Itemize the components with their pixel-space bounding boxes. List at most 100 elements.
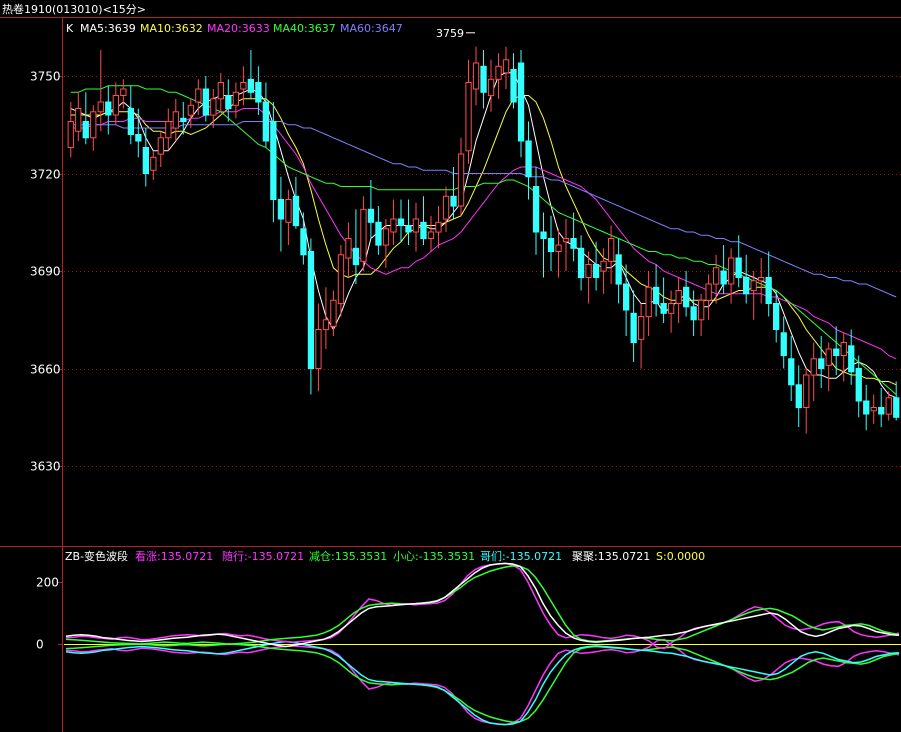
candle-up xyxy=(210,98,217,116)
candle-up xyxy=(487,78,495,97)
y-tick-label: 3660 xyxy=(30,363,61,377)
peak-marker: 3759 xyxy=(436,27,475,40)
candle-up xyxy=(337,254,345,305)
candle-up xyxy=(638,316,645,340)
ma40-legend: MA40:3637 xyxy=(273,22,336,35)
candle-down xyxy=(255,82,262,103)
candle-up xyxy=(150,156,157,171)
indicator-lines: 0 200 xyxy=(36,562,901,726)
candle-down xyxy=(540,231,547,239)
ind-y-tick-label: 0 xyxy=(36,638,44,652)
candle-up xyxy=(885,397,892,415)
candle-up xyxy=(285,199,292,223)
candle-down xyxy=(270,121,277,200)
y-tick-label: 3750 xyxy=(30,70,61,84)
candle-up xyxy=(810,358,817,376)
candle-down xyxy=(525,140,532,178)
candle-up xyxy=(758,277,765,282)
candle-up xyxy=(360,208,367,262)
candle-up xyxy=(600,260,607,272)
candle-down xyxy=(82,121,89,139)
suixing-line xyxy=(65,638,900,726)
candle-up xyxy=(750,280,757,292)
ma10-legend: MA10:3632 xyxy=(140,22,203,35)
legend-xiaoxin: 小心:-135.3531 xyxy=(393,550,475,563)
candle-up xyxy=(75,108,82,132)
candle-down xyxy=(180,117,187,123)
candle-down xyxy=(818,358,825,370)
moving-averages xyxy=(70,72,897,399)
candle-down xyxy=(623,283,630,311)
candle-down xyxy=(615,254,622,285)
y-tick-label: 3690 xyxy=(30,265,61,279)
candle-down xyxy=(225,95,232,109)
ind-y-tick-label: 200 xyxy=(36,576,59,590)
candle-down xyxy=(375,221,382,246)
xiaoxin-line xyxy=(65,641,900,723)
legend-gemen: 哥们:-135.0721 xyxy=(480,549,562,563)
candle-up xyxy=(472,62,480,90)
candle-down xyxy=(420,221,427,240)
candle-up xyxy=(435,221,442,233)
candle-up xyxy=(315,329,322,369)
candle-down xyxy=(577,247,585,279)
candle-down xyxy=(397,218,405,226)
candle-up xyxy=(442,195,450,220)
candle-up xyxy=(555,244,562,252)
candle-down xyxy=(105,101,112,116)
candle-up xyxy=(608,238,615,262)
legend-jujui: 聚聚:135.0721 xyxy=(572,550,650,563)
candle-down xyxy=(765,277,772,304)
candle-down xyxy=(773,303,780,330)
peak-label: 3759 xyxy=(436,27,464,40)
candle-up xyxy=(825,348,832,366)
candle-up xyxy=(840,342,847,356)
window-title: 热卷1910(013010)<15分> xyxy=(2,2,146,16)
y-tick-label: 3720 xyxy=(30,168,61,182)
candle-up xyxy=(90,111,97,139)
candle-up xyxy=(157,137,164,155)
candle-up xyxy=(112,95,119,116)
jujui-line xyxy=(65,562,900,648)
candle-down xyxy=(660,303,667,314)
candle-down xyxy=(367,208,375,223)
candle-up xyxy=(502,59,510,74)
candle-up xyxy=(172,111,179,129)
candle-up xyxy=(382,228,390,246)
candle-down xyxy=(352,247,360,266)
candle-down xyxy=(277,199,285,220)
candle-down xyxy=(833,348,840,356)
candle-up xyxy=(728,257,735,285)
candle-down xyxy=(630,312,637,344)
candle-down xyxy=(247,78,254,93)
candle-down xyxy=(510,69,517,103)
candle-up xyxy=(585,264,592,278)
ma10-line xyxy=(70,95,897,386)
candle-down xyxy=(570,238,577,249)
candle-up xyxy=(322,319,330,331)
ma5-legend: MA5:3639 xyxy=(80,22,136,35)
candle-down xyxy=(893,397,900,418)
candle-down xyxy=(855,368,862,402)
indicator-legend: ZB-变色波段 看涨:135.0721 随行:-135.0721 减仓:135.… xyxy=(65,549,705,563)
candle-down xyxy=(690,306,697,321)
kline-chart[interactable]: 热卷1910(013010)<15分> K MA5:3639 MA10:3632… xyxy=(0,0,901,732)
candle-down xyxy=(592,264,600,278)
candle-up xyxy=(457,153,465,207)
ma5-line xyxy=(70,72,897,399)
candle-up xyxy=(165,121,172,139)
candle-down xyxy=(202,88,209,116)
panel-frame xyxy=(0,17,901,732)
candle-down xyxy=(450,195,457,207)
candle-up xyxy=(713,267,720,285)
ma20-line xyxy=(70,108,897,360)
candle-down xyxy=(262,101,270,142)
candles xyxy=(67,46,900,434)
candle-up xyxy=(232,91,239,106)
candle-up xyxy=(412,218,420,233)
kanzhang-line xyxy=(65,562,900,650)
candle-up xyxy=(330,299,337,327)
legend-suixing: 随行:-135.0721 xyxy=(222,549,304,563)
candle-down xyxy=(480,65,487,93)
candle-down xyxy=(788,358,795,386)
